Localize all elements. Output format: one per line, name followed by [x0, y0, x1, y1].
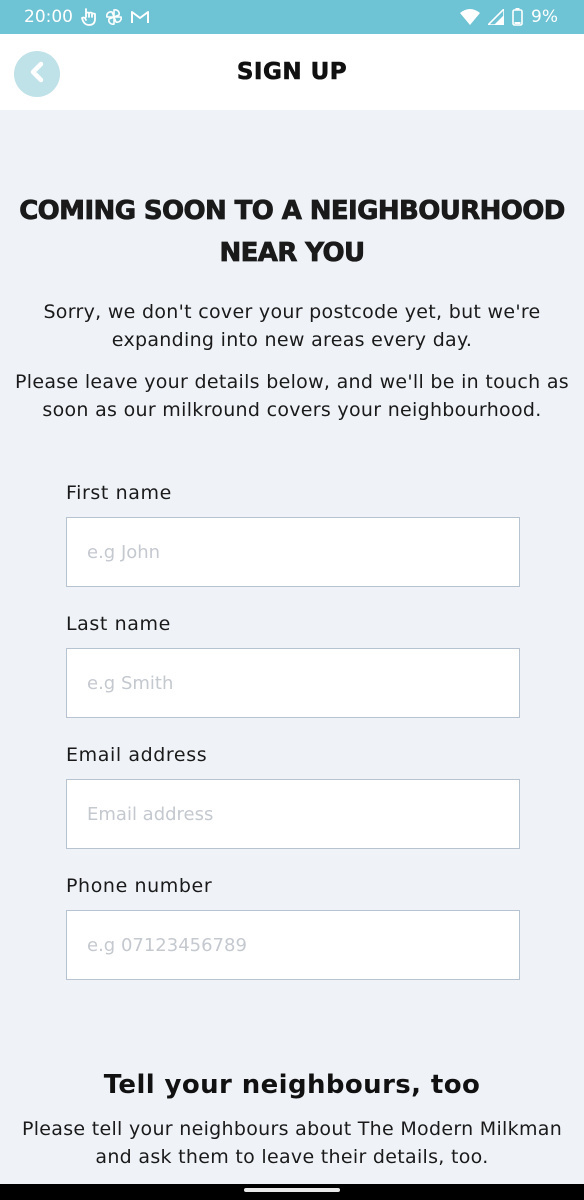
intro-paragraph: Sorry, we don't cover your postcode yet,…: [43, 301, 541, 351]
navigation-bar: [0, 1184, 584, 1200]
last-name-label: Last name: [66, 613, 171, 635]
page-title: SIGN UP: [236, 59, 348, 86]
wifi-icon: [460, 9, 481, 25]
first-name-input[interactable]: [66, 517, 520, 587]
app-header: SIGN UP: [0, 34, 584, 110]
status-time: 20:00: [24, 7, 73, 27]
status-left: 20:00: [24, 7, 149, 27]
email-label: Email address: [66, 744, 208, 766]
battery-icon: [512, 8, 523, 26]
last-name-input[interactable]: [66, 648, 520, 718]
status-bar: 20:00 9%: [0, 0, 584, 34]
back-button[interactable]: [14, 51, 60, 97]
battery-level: 9%: [531, 7, 558, 27]
details-paragraph: Please leave your details below, and we'…: [15, 371, 569, 421]
home-gesture-handle[interactable]: [244, 1188, 340, 1192]
gmail-icon: [131, 10, 149, 24]
signup-content[interactable]: COMING SOON TO A NEIGHBOURHOOD NEAR YOU …: [0, 110, 584, 1184]
hero-title: COMING SOON TO A NEIGHBOURHOOD NEAR YOU: [19, 196, 566, 269]
phone-input[interactable]: [66, 910, 520, 980]
first-name-label: First name: [66, 482, 172, 504]
chevron-left-icon: [27, 61, 47, 87]
pinwheel-icon: [105, 8, 123, 26]
neighbours-heading: Tell your neighbours, too: [103, 1070, 481, 1100]
hand-icon: [81, 8, 97, 26]
email-input[interactable]: [66, 779, 520, 849]
signal-icon: [488, 9, 505, 25]
neighbours-paragraph: Please tell your neighbours about The Mo…: [21, 1118, 563, 1168]
status-right: 9%: [460, 7, 558, 27]
phone-label: Phone number: [66, 875, 213, 897]
